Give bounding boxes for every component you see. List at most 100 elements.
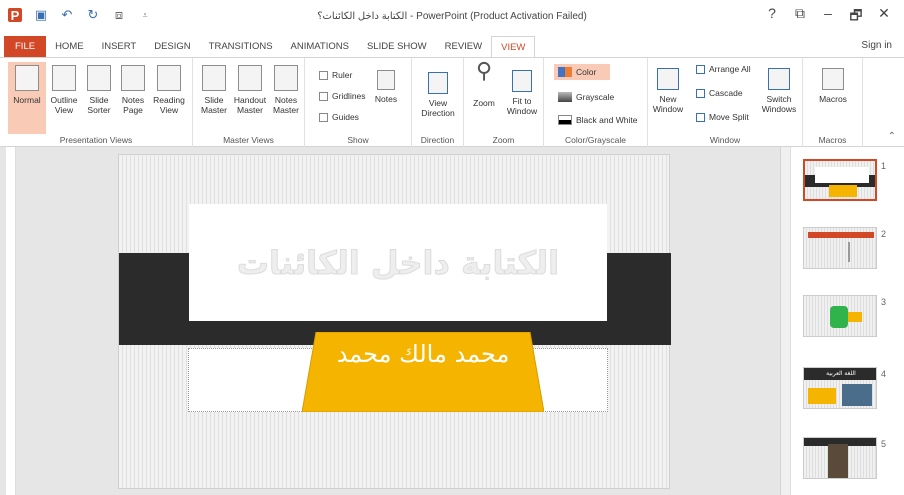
move-split-label: Move Split: [709, 112, 749, 122]
view-direction-label: View Direction: [421, 98, 455, 118]
slide-master-icon: [202, 65, 226, 91]
ribbon: Normal Outline View Slide Sorter Notes P…: [0, 57, 904, 147]
macros-label: Macros: [819, 94, 847, 104]
group-zoom: ⚲ Zoom Fit to Window Zoom: [464, 58, 544, 147]
black-white-swatch-icon: [558, 115, 572, 125]
help-icon[interactable]: ?: [758, 5, 786, 29]
title-bar: P ▣ ↶ ↻ ⧈ ⩡ الكتابة داخل الكائنات؟ - Pow…: [0, 0, 904, 36]
tab-design[interactable]: DESIGN: [145, 36, 199, 58]
tab-file[interactable]: FILE: [4, 36, 47, 58]
normal-view-label: Normal: [13, 95, 41, 105]
thumb-image: [842, 384, 872, 406]
arrange-all-label: Arrange All: [709, 64, 751, 74]
normal-view-button[interactable]: Normal: [8, 62, 46, 134]
gridlines-checkbox-box[interactable]: [319, 91, 328, 101]
group-label-presentation-views: Presentation Views: [59, 135, 133, 145]
grayscale-button[interactable]: Grayscale: [558, 92, 614, 102]
reading-view-icon: [157, 65, 181, 91]
outline-view-button[interactable]: Outline View: [46, 62, 82, 115]
zoom-button[interactable]: ⚲ Zoom: [468, 58, 500, 109]
color-swatch-icon: [558, 67, 572, 77]
current-slide: الكتابة داخل الكائنات محمد مالك محمد: [118, 154, 671, 489]
collapse-ribbon-icon[interactable]: ⌃: [888, 131, 896, 142]
slide-thumbnail[interactable]: [803, 437, 877, 479]
ruler-checkbox[interactable]: Ruler: [319, 70, 352, 80]
ribbon-display-icon[interactable]: ⧉: [786, 5, 814, 29]
notes-master-icon: [274, 65, 298, 91]
notes-button[interactable]: Notes: [369, 62, 403, 104]
new-window-label: New Window: [652, 94, 684, 114]
group-color-grayscale: Color Grayscale Black and White Color/Gr…: [544, 58, 648, 147]
notes-label: Notes: [374, 94, 398, 104]
outline-view-label: Outline View: [50, 95, 78, 115]
slide-number: 5: [881, 439, 887, 449]
slide-title-placeholder[interactable]: الكتابة داخل الكائنات: [189, 204, 607, 321]
group-presentation-views: Normal Outline View Slide Sorter Notes P…: [0, 58, 193, 147]
slide-thumbnail[interactable]: اللغة العربية: [803, 367, 877, 409]
guides-checkbox[interactable]: Guides: [319, 112, 359, 122]
tab-animations[interactable]: ANIMATIONS: [282, 36, 358, 58]
notes-master-label: Notes Master: [273, 95, 299, 115]
tab-view[interactable]: VIEW: [491, 35, 536, 59]
restore-icon[interactable]: 🗗: [842, 5, 870, 29]
tab-slide-show[interactable]: SLIDE SHOW: [358, 36, 436, 58]
group-direction: View Direction Direction: [412, 58, 464, 147]
normal-view-icon: [15, 65, 39, 91]
reading-view-button[interactable]: Reading View: [150, 62, 188, 115]
color-button[interactable]: Color: [554, 64, 611, 80]
switch-windows-label: Switch Windows: [761, 94, 797, 114]
color-label: Color: [576, 67, 597, 77]
notes-icon: [377, 70, 395, 90]
outline-view-icon: [52, 65, 76, 91]
slide-sorter-icon: [87, 65, 111, 91]
group-show: Ruler Gridlines Guides Notes Show: [305, 58, 412, 147]
thumb-bullets: [848, 242, 870, 262]
magnifier-icon: ⚲: [475, 58, 493, 83]
guides-checkbox-box[interactable]: [319, 112, 328, 122]
fit-to-window-button[interactable]: Fit to Window: [502, 62, 542, 116]
notes-page-icon: [121, 65, 145, 91]
fit-to-window-icon: [512, 70, 532, 92]
switch-windows-icon: [768, 68, 790, 90]
new-window-button[interactable]: New Window: [650, 62, 686, 114]
move-split-button[interactable]: Move Split: [696, 112, 749, 122]
minimize-icon[interactable]: –: [814, 5, 842, 29]
sign-in-link[interactable]: Sign in: [861, 40, 892, 51]
handout-master-button[interactable]: Handout Master: [231, 62, 269, 115]
tab-transitions[interactable]: TRANSITIONS: [200, 36, 282, 58]
slide-thumbnail[interactable]: [803, 295, 877, 337]
reading-view-label: Reading View: [153, 95, 185, 115]
editor-scrollbar[interactable]: [6, 147, 16, 495]
cascade-button[interactable]: Cascade: [696, 88, 743, 98]
black-and-white-button[interactable]: Black and White: [558, 115, 637, 125]
notes-master-button[interactable]: Notes Master: [269, 62, 303, 115]
thumbnails-scrollbar[interactable]: [781, 147, 791, 495]
thumb-title-bar: [808, 232, 874, 238]
window-controls: ? ⧉ – 🗗 ✕: [758, 5, 898, 29]
macros-icon: [822, 68, 844, 90]
gridlines-checkbox[interactable]: Gridlines: [319, 91, 366, 101]
arrange-all-icon: [696, 64, 705, 74]
tab-review[interactable]: REVIEW: [436, 36, 491, 58]
arrange-all-button[interactable]: Arrange All: [696, 64, 751, 74]
group-label-master-views: Master Views: [223, 135, 274, 145]
zoom-label: Zoom: [473, 98, 495, 108]
macros-button[interactable]: Macros: [813, 62, 853, 104]
slide-sorter-button[interactable]: Slide Sorter: [82, 62, 116, 115]
thumb-arrow: [848, 312, 862, 322]
close-icon[interactable]: ✕: [870, 5, 898, 29]
view-direction-button[interactable]: View Direction: [418, 62, 458, 118]
handout-master-label: Handout Master: [233, 95, 267, 115]
tab-home[interactable]: HOME: [46, 36, 93, 58]
thumb-title: اللغة العربية: [804, 368, 876, 380]
slide-thumbnail[interactable]: [803, 227, 877, 269]
slide-master-button[interactable]: Slide Master: [197, 62, 231, 115]
group-label-macros: Macros: [818, 135, 847, 145]
slide-thumbnail[interactable]: [803, 159, 877, 201]
ruler-checkbox-box[interactable]: [319, 70, 328, 80]
fit-to-window-label: Fit to Window: [506, 96, 538, 116]
slide-sorter-label: Slide Sorter: [87, 95, 111, 115]
switch-windows-button[interactable]: Switch Windows: [758, 62, 800, 114]
tab-insert[interactable]: INSERT: [93, 36, 146, 58]
notes-page-button[interactable]: Notes Page: [116, 62, 150, 115]
